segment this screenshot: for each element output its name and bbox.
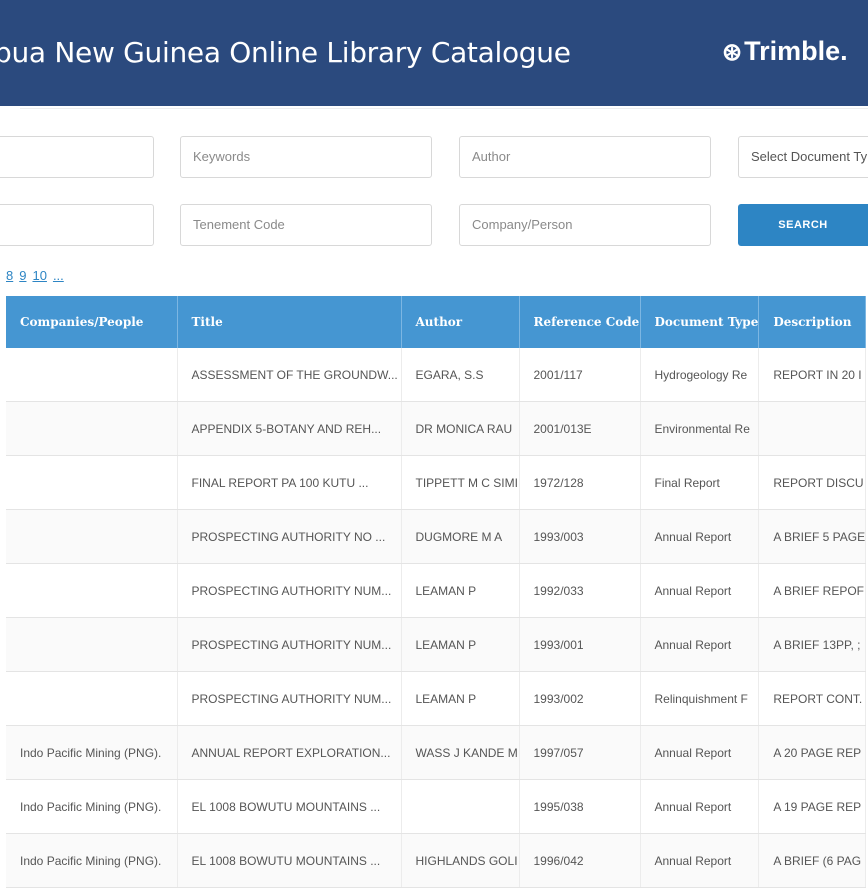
table-row[interactable]: PROSPECTING AUTHORITY NUM... LEAMAN P 1993… [6, 617, 867, 672]
table-row[interactable]: Indo Pacific Mining (PNG). EL 1008 BOWUTU… [6, 833, 867, 888]
cell-reference-code: 1993/001 [519, 617, 641, 672]
column-header-description[interactable]: Description [758, 296, 867, 348]
cell-description: A 19 PAGE REP [758, 779, 867, 834]
cell-author: EGARA, S.S [401, 348, 520, 402]
cell-reference-code: 2001/117 [519, 348, 641, 402]
header-divider [20, 108, 868, 109]
tenement-code-input[interactable]: Tenement Code [180, 204, 432, 246]
cell-author: WASS J KANDE M [401, 725, 520, 780]
cell-companies: Indo Pacific Mining (PNG). [6, 833, 178, 888]
cell-companies [6, 401, 178, 456]
table-row[interactable]: FINAL REPORT PA 100 KUTU ... TIPPETT M C … [6, 455, 867, 510]
cell-description [758, 401, 867, 456]
results-table: Companies/People Title Author Reference … [6, 296, 867, 888]
cell-description: A 20 PAGE REP [758, 725, 867, 780]
cell-author: TIPPETT M C SIMI [401, 455, 520, 510]
cell-title[interactable]: PROSPECTING AUTHORITY NUM... [177, 563, 402, 618]
column-header-reference-code[interactable]: Reference Code [519, 296, 641, 348]
page-link-10[interactable]: 10 [32, 268, 46, 283]
table-row[interactable]: PROSPECTING AUTHORITY NO ... DUGMORE M A1… [6, 509, 867, 564]
cell-reference-code: 1996/042 [519, 833, 641, 888]
page-link-9[interactable]: 9 [19, 268, 26, 283]
cell-document-type: Annual Report [640, 725, 760, 780]
pagination: 8 9 10... [6, 268, 70, 283]
cell-description: REPORT CONT. [758, 671, 867, 726]
table-row[interactable]: APPENDIX 5-BOTANY AND REH... DR MONICA RA… [6, 401, 867, 456]
cell-reference-code: 1995/038 [519, 779, 641, 834]
table-row[interactable]: PROSPECTING AUTHORITY NUM... LEAMAN P 1992… [6, 563, 867, 618]
cell-title[interactable]: EL 1008 BOWUTU MOUNTAINS ... [177, 779, 402, 834]
cell-companies [6, 509, 178, 564]
cell-document-type: Annual Report [640, 509, 760, 564]
cell-description: A BRIEF 13PP, ; [758, 617, 867, 672]
app-header: pua New Guinea Online Library Catalogue … [0, 0, 868, 106]
cell-reference-code: 1972/128 [519, 455, 641, 510]
search-button[interactable]: SEARCH [738, 204, 868, 246]
author-input[interactable]: Author [459, 136, 711, 178]
page-link-more[interactable]: ... [53, 268, 64, 283]
cell-title[interactable]: ASSESSMENT OF THE GROUNDW... [177, 348, 402, 402]
cell-document-type: Annual Report [640, 833, 760, 888]
column-header-document-type[interactable]: Document Type [640, 296, 760, 348]
cell-document-type: Hydrogeology Re [640, 348, 760, 402]
cell-reference-code: 1997/057 [519, 725, 641, 780]
company-person-input[interactable]: Company/Person [459, 204, 711, 246]
cell-author: LEAMAN P [401, 617, 520, 672]
cell-reference-code: 1993/002 [519, 671, 641, 726]
search-field-1[interactable] [0, 136, 154, 178]
column-header-title[interactable]: Title [177, 296, 402, 348]
cell-companies: Indo Pacific Mining (PNG). [6, 725, 178, 780]
cell-title[interactable]: EL 1008 BOWUTU MOUNTAINS ... [177, 833, 402, 888]
cell-description: A BRIEF (6 PAG [758, 833, 867, 888]
cell-title[interactable]: FINAL REPORT PA 100 KUTU ... [177, 455, 402, 510]
cell-description: REPORT IN 20 I [758, 348, 867, 402]
cell-author: LEAMAN P [401, 671, 520, 726]
page-title: pua New Guinea Online Library Catalogue [0, 36, 571, 69]
cell-title[interactable]: PROSPECTING AUTHORITY NUM... [177, 617, 402, 672]
cell-author: DUGMORE M A [401, 509, 520, 564]
cell-description: A BRIEF 5 PAGE [758, 509, 867, 564]
cell-author: LEAMAN P [401, 563, 520, 618]
cell-author: DR MONICA RAU [401, 401, 520, 456]
brand-name: Trimble. [744, 36, 848, 66]
document-type-select[interactable]: Select Document Ty [738, 136, 868, 178]
cell-document-type: Environmental Re [640, 401, 760, 456]
cell-companies: Indo Pacific Mining (PNG). [6, 779, 178, 834]
table-row[interactable]: PROSPECTING AUTHORITY NUM... LEAMAN P 1993… [6, 671, 867, 726]
cell-document-type: Relinquishment F [640, 671, 760, 726]
page-link-8[interactable]: 8 [6, 268, 13, 283]
cell-reference-code: 1992/033 [519, 563, 641, 618]
table-body: ASSESSMENT OF THE GROUNDW... EGARA, S.S 20… [6, 348, 867, 888]
table-header-row: Companies/People Title Author Reference … [6, 296, 867, 348]
cell-companies [6, 348, 178, 402]
table-row[interactable]: ASSESSMENT OF THE GROUNDW... EGARA, S.S 20… [6, 348, 867, 402]
brand-logo[interactable]: ⊛Trimble.I [722, 36, 868, 67]
cell-title[interactable]: PROSPECTING AUTHORITY NO ... [177, 509, 402, 564]
cell-title[interactable]: PROSPECTING AUTHORITY NUM... [177, 671, 402, 726]
cell-reference-code: 2001/013E [519, 401, 641, 456]
cell-description: REPORT DISCU [758, 455, 867, 510]
cell-document-type: Annual Report [640, 779, 760, 834]
table-row[interactable]: Indo Pacific Mining (PNG). EL 1008 BOWUTU… [6, 779, 867, 834]
search-field-2[interactable] [0, 204, 154, 246]
cell-companies [6, 617, 178, 672]
cell-title[interactable]: ANNUAL REPORT EXPLORATION... [177, 725, 402, 780]
cell-companies [6, 455, 178, 510]
column-header-author[interactable]: Author [401, 296, 520, 348]
cell-document-type: Annual Report [640, 617, 760, 672]
table-row[interactable]: Indo Pacific Mining (PNG). ANNUAL REPORT … [6, 725, 867, 780]
cell-document-type: Annual Report [640, 563, 760, 618]
cell-companies [6, 671, 178, 726]
cell-title[interactable]: APPENDIX 5-BOTANY AND REH... [177, 401, 402, 456]
cell-author [401, 779, 520, 834]
cell-author: HIGHLANDS GOLI [401, 833, 520, 888]
keywords-input[interactable]: Keywords [180, 136, 432, 178]
column-header-companies[interactable]: Companies/People [6, 296, 178, 348]
cell-description: A BRIEF REPOF [758, 563, 867, 618]
cell-document-type: Final Report [640, 455, 760, 510]
cell-reference-code: 1993/003 [519, 509, 641, 564]
cell-companies [6, 563, 178, 618]
trimble-logo-icon: ⊛ [722, 39, 743, 66]
